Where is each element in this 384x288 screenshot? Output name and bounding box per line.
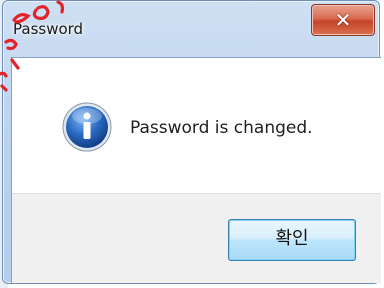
- dialog-body: Password is changed. 확인: [11, 57, 381, 283]
- title-bar[interactable]: Password ✕: [3, 1, 379, 57]
- dialog-title: Password: [13, 20, 84, 38]
- ok-button[interactable]: 확인: [228, 219, 356, 261]
- screen: Password ✕ Password is changed. 확인: [0, 0, 384, 288]
- info-icon: [62, 102, 112, 152]
- dialog-message: Password is changed.: [130, 118, 313, 138]
- close-button[interactable]: ✕: [311, 4, 375, 36]
- close-icon: ✕: [334, 8, 352, 32]
- message-dialog: Password ✕ Password is changed. 확인: [2, 0, 381, 284]
